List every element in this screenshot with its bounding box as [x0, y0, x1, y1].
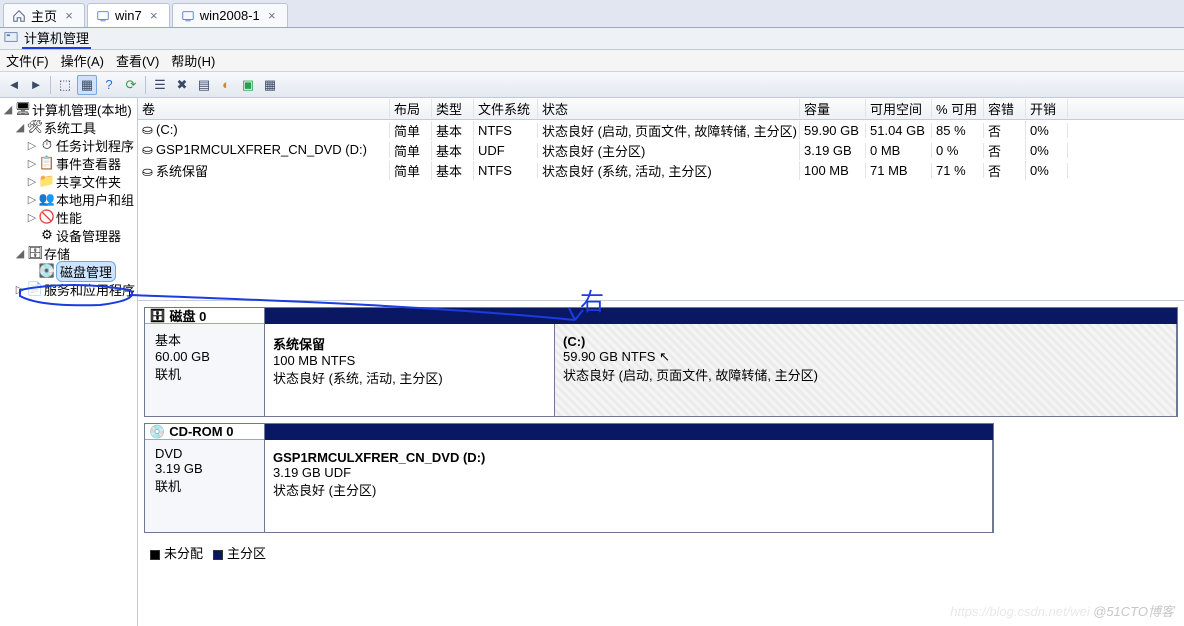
- menu-action[interactable]: 操作(A): [61, 51, 104, 70]
- tab-label: win2008-1: [200, 8, 260, 23]
- disk-icon: 💽: [40, 264, 54, 278]
- partition-c[interactable]: (C:) 59.90 GB NTFS ↖ 状态良好 (启动, 页面文件, 故障转…: [555, 324, 1177, 416]
- tree-disk-management[interactable]: 💽磁盘管理: [2, 262, 135, 280]
- tree-root[interactable]: ◢🖥计算机管理(本地): [2, 100, 135, 118]
- tree-system-tools[interactable]: ◢🛠系统工具: [2, 118, 135, 136]
- menu-view[interactable]: 查看(V): [116, 51, 159, 70]
- clock-icon: ⏱: [40, 138, 54, 152]
- nav-tree[interactable]: ◢🖥计算机管理(本地) ◢🛠系统工具 ▷⏱任务计划程序 ▷📋事件查看器 ▷📁共享…: [0, 98, 138, 626]
- mmc-icon: [4, 30, 18, 47]
- disk-graphic-area: 🗄磁盘 0 基本 60.00 GB 联机 系统保留 100 MB NTFS 状态…: [138, 301, 1184, 626]
- tools-icon: 🛠: [28, 120, 42, 134]
- close-icon[interactable]: ×: [147, 8, 161, 23]
- disk-0-block[interactable]: 🗄磁盘 0 基本 60.00 GB 联机 系统保留 100 MB NTFS 状态…: [144, 307, 1178, 417]
- perf-icon: 🚫: [40, 210, 54, 224]
- menu-file[interactable]: 文件(F): [6, 51, 49, 70]
- services-icon: 📄: [28, 282, 42, 296]
- content-pane: 卷 布局 类型 文件系统 状态 容量 可用空间 % 可用 容错 开销 ⛀(C:)…: [138, 98, 1184, 626]
- volume-table[interactable]: 卷 布局 类型 文件系统 状态 容量 可用空间 % 可用 容错 开销 ⛀(C:)…: [138, 98, 1184, 301]
- settings-button[interactable]: ▣: [238, 75, 258, 95]
- col-pct[interactable]: % 可用: [932, 99, 984, 118]
- tree-storage[interactable]: ◢🗄存储: [2, 244, 135, 262]
- col-free[interactable]: 可用空间: [866, 99, 932, 118]
- action-button[interactable]: ◐: [216, 75, 236, 95]
- folder-icon: 📁: [40, 174, 54, 188]
- disk-header-strip: [265, 424, 993, 440]
- tree-performance[interactable]: ▷🚫性能: [2, 208, 135, 226]
- partition-system-reserved[interactable]: 系统保留 100 MB NTFS 状态良好 (系统, 活动, 主分区): [265, 324, 555, 416]
- col-volume[interactable]: 卷: [138, 99, 390, 118]
- col-status[interactable]: 状态: [538, 99, 800, 118]
- legend-unalloc-swatch: [150, 550, 160, 560]
- tree-task-scheduler[interactable]: ▷⏱任务计划程序: [2, 136, 135, 154]
- menu-help[interactable]: 帮助(H): [171, 51, 215, 70]
- watermark: https://blog.csdn.net/wei @51CTO博客: [950, 601, 1174, 620]
- home-icon: [12, 9, 26, 23]
- dvd-icon: 💿: [149, 424, 165, 440]
- grid-button[interactable]: ▤: [194, 75, 214, 95]
- tab-home[interactable]: 主页 ×: [3, 3, 85, 27]
- users-icon: 👥: [40, 192, 54, 206]
- tab-label: win7: [115, 8, 142, 23]
- col-type[interactable]: 类型: [432, 99, 474, 118]
- help-button[interactable]: ?: [99, 75, 119, 95]
- vm-icon: [181, 9, 195, 23]
- window-title: 计算机管理: [22, 28, 91, 49]
- window-title-bar: 计算机管理: [0, 28, 1184, 50]
- tab-win7[interactable]: win7 ×: [87, 3, 170, 27]
- close-icon[interactable]: ×: [265, 8, 279, 23]
- close-icon[interactable]: ×: [62, 8, 76, 23]
- list-view-button[interactable]: ☰: [150, 75, 170, 95]
- col-ft[interactable]: 容错: [984, 99, 1026, 118]
- separator: [145, 76, 146, 94]
- refresh-button[interactable]: ⟳: [121, 75, 141, 95]
- col-ov[interactable]: 开销: [1026, 99, 1068, 118]
- cdrom-label: 💿CD-ROM 0 DVD 3.19 GB 联机: [145, 424, 265, 532]
- device-icon: ⚙: [40, 228, 54, 242]
- volume-row[interactable]: ⛀GSP1RMCULXFRER_CN_DVD (D:)简单基本UDF状态良好 (…: [138, 140, 1184, 160]
- disk-header-strip: [265, 308, 1177, 324]
- event-icon: 📋: [40, 156, 54, 170]
- col-fs[interactable]: 文件系统: [474, 99, 538, 118]
- tree-event-viewer[interactable]: ▷📋事件查看器: [2, 154, 135, 172]
- disk-0-label: 🗄磁盘 0 基本 60.00 GB 联机: [145, 308, 265, 416]
- extra-button[interactable]: ▦: [260, 75, 280, 95]
- computer-icon: 🖥: [16, 102, 30, 116]
- up-button[interactable]: ⬚: [55, 75, 75, 95]
- legend: 未分配 主分区: [138, 539, 1184, 566]
- tree-device-manager[interactable]: ⚙设备管理器: [2, 226, 135, 244]
- show-hide-button[interactable]: ▦: [77, 75, 97, 95]
- disk-drive-icon: 🗄: [149, 308, 166, 324]
- tree-services[interactable]: ▷📄服务和应用程序: [2, 280, 135, 298]
- volume-row[interactable]: ⛀(C:)简单基本NTFS状态良好 (启动, 页面文件, 故障转储, 主分区)5…: [138, 120, 1184, 140]
- tree-local-users[interactable]: ▷👥本地用户和组: [2, 190, 135, 208]
- tree-shared-folders[interactable]: ▷📁共享文件夹: [2, 172, 135, 190]
- separator: [50, 76, 51, 94]
- volume-row[interactable]: ⛀系统保留简单基本NTFS状态良好 (系统, 活动, 主分区)100 MB71 …: [138, 160, 1184, 180]
- tool-bar: ◄ ► ⬚ ▦ ? ⟳ ☰ ✖ ▤ ◐ ▣ ▦: [0, 72, 1184, 98]
- back-button[interactable]: ◄: [4, 75, 24, 95]
- props-button[interactable]: ✖: [172, 75, 192, 95]
- cursor-icon: ↖: [659, 349, 670, 364]
- tab-win2008[interactable]: win2008-1 ×: [172, 3, 288, 27]
- col-layout[interactable]: 布局: [390, 99, 432, 118]
- tab-label: 主页: [31, 6, 57, 25]
- col-cap[interactable]: 容量: [800, 99, 866, 118]
- storage-icon: 🗄: [28, 246, 42, 260]
- volume-header-row: 卷 布局 类型 文件系统 状态 容量 可用空间 % 可用 容错 开销: [138, 98, 1184, 120]
- partition-dvd[interactable]: GSP1RMCULXFRER_CN_DVD (D:) 3.19 GB UDF 状…: [265, 440, 993, 532]
- forward-button[interactable]: ►: [26, 75, 46, 95]
- cdrom-block[interactable]: 💿CD-ROM 0 DVD 3.19 GB 联机 GSP1RMCULXFRER_…: [144, 423, 994, 533]
- vm-tabs-bar: 主页 × win7 × win2008-1 ×: [0, 0, 1184, 28]
- menu-bar: 文件(F) 操作(A) 查看(V) 帮助(H): [0, 50, 1184, 72]
- legend-primary-swatch: [213, 550, 223, 560]
- vm-icon: [96, 9, 110, 23]
